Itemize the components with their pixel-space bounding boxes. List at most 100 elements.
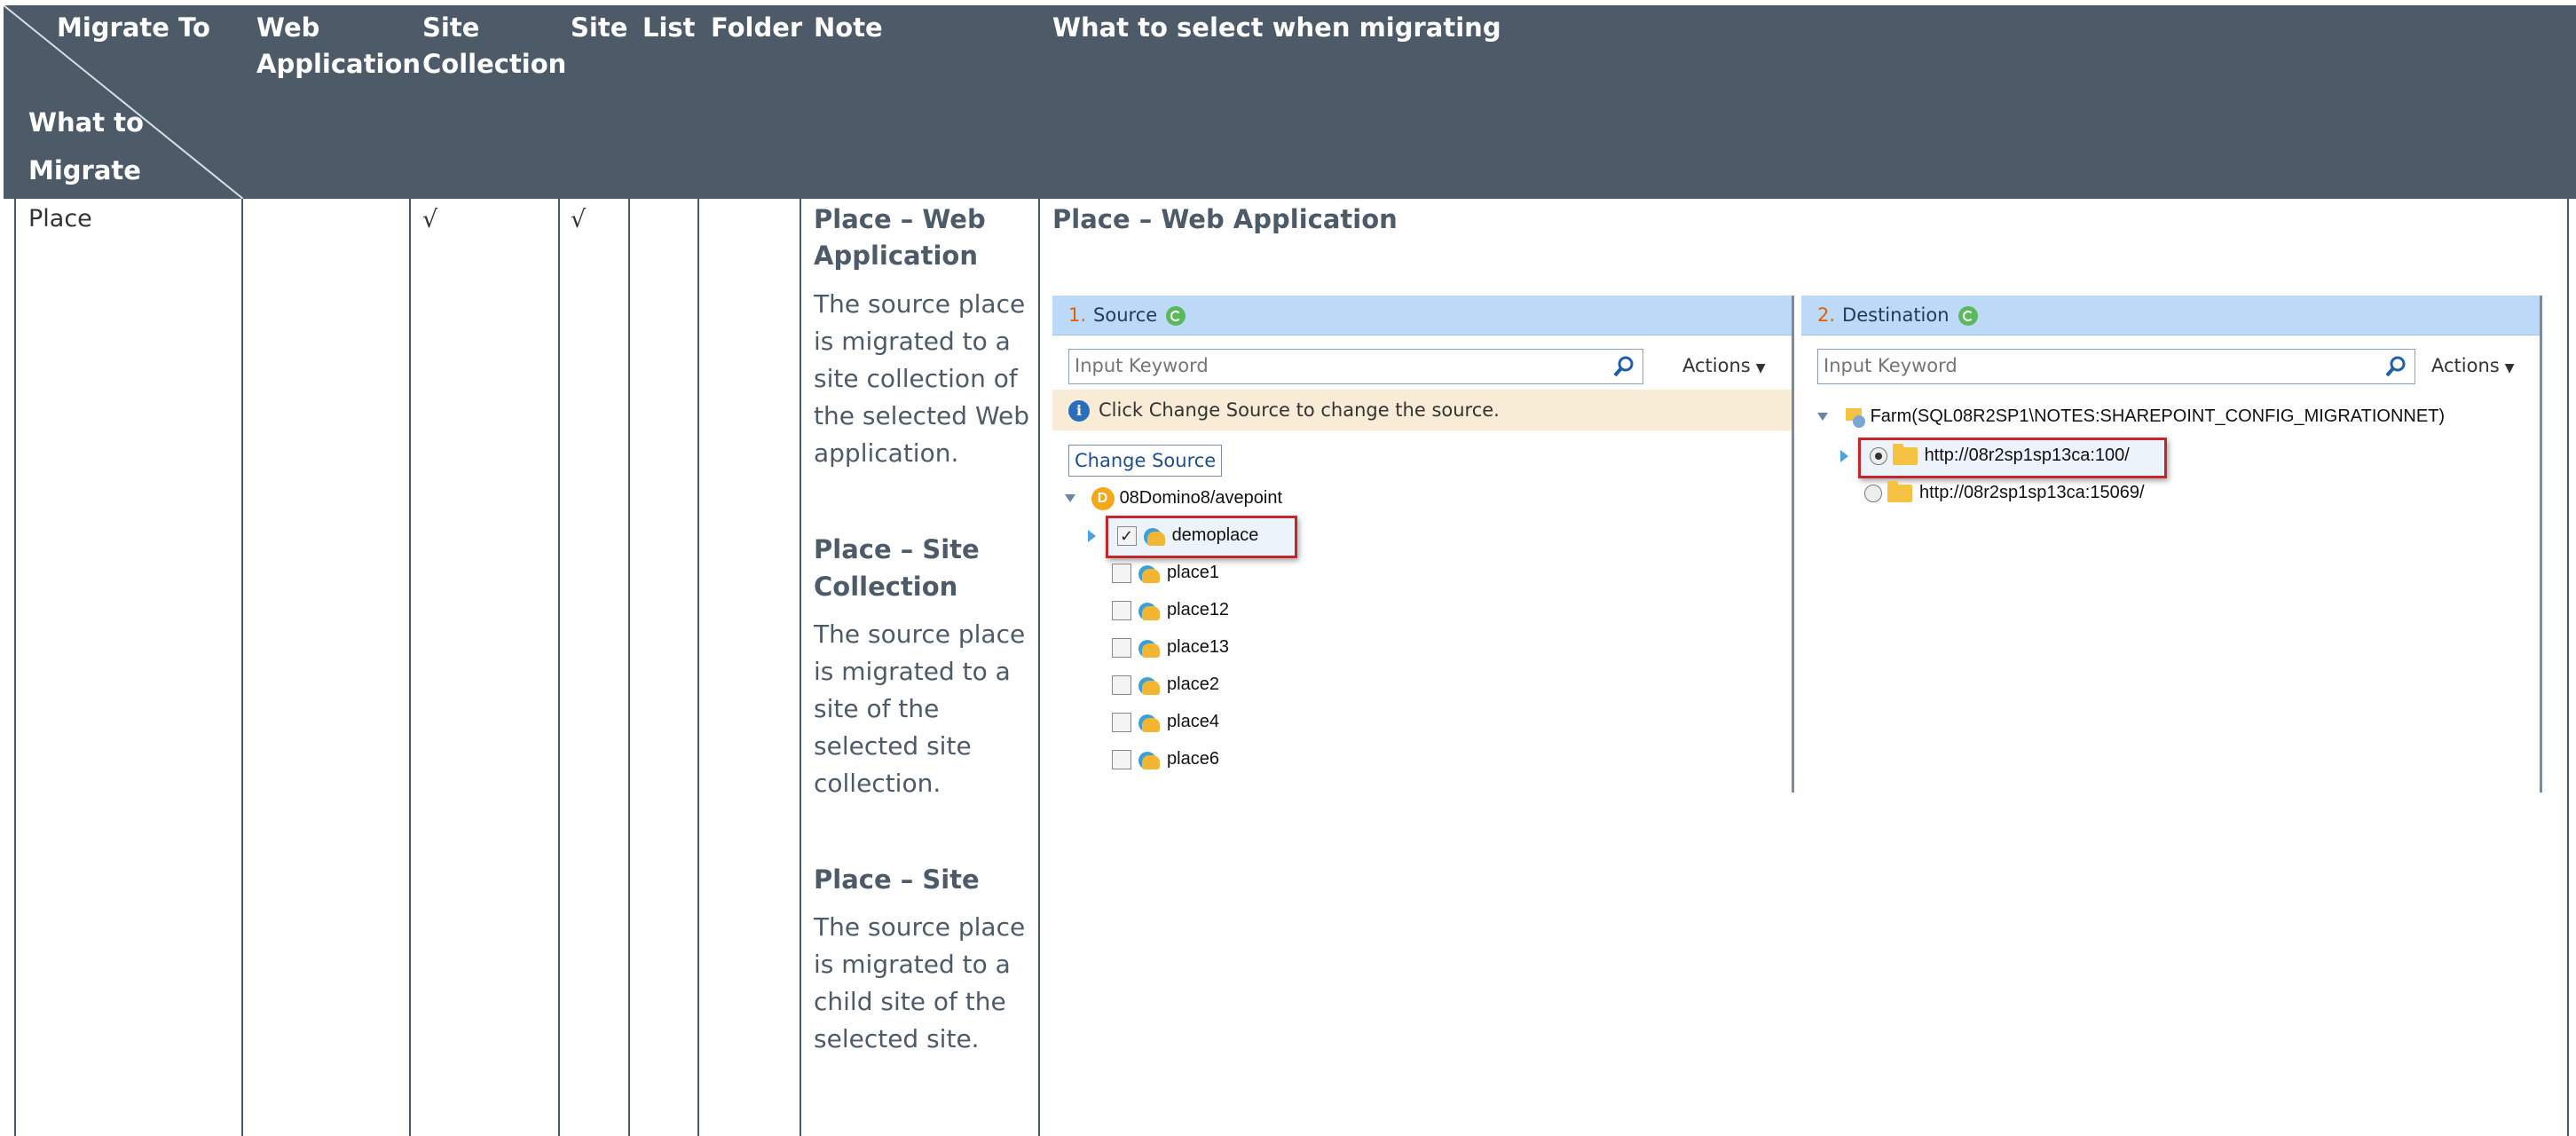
- place-icon: [1137, 601, 1160, 620]
- note-body-line: is migrated to a: [814, 950, 1011, 979]
- checkbox[interactable]: [1112, 600, 1131, 620]
- column-border: [697, 199, 699, 1136]
- source-panel-header: 1. Source: [1052, 296, 1792, 335]
- header-note: Note: [814, 12, 883, 43]
- source-item-label: place6: [1167, 749, 1219, 769]
- header-folder: Folder: [711, 12, 803, 43]
- place-icon: [1137, 713, 1160, 732]
- expander-icon[interactable]: [1840, 449, 1848, 462]
- destination-root-label: Farm(SQL08R2SP1\NOTES:SHAREPOINT_CONFIG_…: [1870, 406, 2446, 426]
- source-tree-item[interactable]: ✓ demoplace: [1088, 519, 1258, 551]
- info-icon: i: [1068, 400, 1090, 422]
- expander-icon[interactable]: [1088, 529, 1096, 542]
- header-web-application-line2: Application: [256, 49, 421, 79]
- panel-divider: [1792, 296, 1794, 793]
- checkbox[interactable]: [1112, 563, 1131, 583]
- actions-label: Actions: [1682, 355, 1751, 376]
- refresh-icon[interactable]: [1166, 306, 1186, 326]
- source-search-box: [1068, 349, 1643, 384]
- place-icon: [1137, 638, 1160, 658]
- header-what-to-select: What to select when migrating: [1052, 12, 1501, 43]
- note-body-line: The source place: [814, 619, 1026, 649]
- source-tree-item[interactable]: place12: [1088, 594, 1229, 626]
- search-icon[interactable]: [1611, 353, 1637, 380]
- checkbox[interactable]: [1112, 749, 1131, 769]
- folder-icon: [1892, 443, 1918, 465]
- note-heading: Collection: [814, 572, 958, 602]
- destination-tree-root[interactable]: Farm(SQL08R2SP1\NOTES:SHAREPOINT_CONFIG_…: [1817, 400, 2445, 432]
- source-tree-item[interactable]: place1: [1088, 556, 1219, 588]
- domino-server-icon: D: [1091, 486, 1115, 510]
- what-to-migrate-cell: Place: [28, 205, 92, 233]
- note-body-line: application.: [814, 438, 959, 468]
- place-icon: [1137, 750, 1160, 769]
- note-heading: Place – Web: [814, 204, 986, 234]
- search-icon[interactable]: [2383, 353, 2409, 380]
- note-body-line: is migrated to a: [814, 327, 1011, 356]
- destination-panel: 2. Destination Actions ▼ Farm(SQL08R2SP1\N…: [1801, 296, 2541, 793]
- column-border: [14, 199, 16, 1136]
- place-icon: [1137, 675, 1160, 695]
- site-collection-check: √: [422, 206, 438, 233]
- note-body-line: site of the: [814, 694, 940, 723]
- source-tree-item[interactable]: place2: [1088, 668, 1219, 700]
- farm-icon: [1844, 406, 1867, 428]
- note-body-line: selected site: [814, 731, 972, 761]
- destination-item-label: http://08r2sp1sp13ca:15069/: [1919, 483, 2145, 502]
- destination-tree-item[interactable]: http://08r2sp1sp13ca:15069/: [1840, 477, 2145, 509]
- header-migrate-to: Migrate To: [57, 12, 210, 43]
- column-border: [800, 199, 801, 1136]
- info-text: Click Change Source to change the source…: [1099, 399, 1500, 421]
- source-actions-button[interactable]: Actions ▼: [1682, 349, 1766, 383]
- note-body-line: child site of the: [814, 987, 1006, 1016]
- header-site-collection-line2: Collection: [422, 49, 567, 79]
- destination-search-input[interactable]: [1818, 350, 2379, 382]
- checkbox[interactable]: [1112, 674, 1131, 695]
- note-body-line: is migrated to a: [814, 657, 1011, 686]
- column-border: [409, 199, 411, 1136]
- destination-search-box: [1817, 349, 2415, 384]
- note-body-line: the selected Web: [814, 401, 1029, 430]
- panel-divider: [2540, 296, 2542, 793]
- header-migrate: Migrate: [28, 155, 141, 185]
- source-panel-title: Source: [1093, 304, 1158, 326]
- place-icon: [1137, 564, 1160, 583]
- note-body-line: selected site.: [814, 1024, 980, 1053]
- refresh-icon[interactable]: [1958, 306, 1978, 326]
- source-tree-root[interactable]: D 08Domino8/avepoint: [1065, 482, 1282, 514]
- note-body-line: collection.: [814, 769, 941, 798]
- note-heading: Place – Site: [814, 534, 980, 564]
- source-item-label: demoplace: [1171, 525, 1259, 545]
- source-item-label: place4: [1167, 712, 1219, 731]
- header-web-application-line1: Web: [256, 12, 320, 43]
- source-tree-item[interactable]: place4: [1088, 706, 1219, 738]
- chevron-down-icon: ▼: [2504, 361, 2515, 375]
- radio[interactable]: [1864, 484, 1882, 502]
- note-body-line: site collection of: [814, 364, 1018, 393]
- source-search-input[interactable]: [1069, 350, 1607, 382]
- column-border: [558, 199, 560, 1136]
- migration-mapping-table: Migrate To What to Migrate Web Applicati…: [0, 0, 2576, 1136]
- source-root-label: 08Domino8/avepoint: [1119, 488, 1283, 508]
- checkbox[interactable]: [1112, 712, 1131, 732]
- destination-tree-item[interactable]: http://08r2sp1sp13ca:100/: [1840, 439, 2130, 471]
- checkbox[interactable]: [1112, 637, 1131, 658]
- header-site-collection-line1: Site: [422, 12, 480, 43]
- radio-selected[interactable]: [1869, 446, 1887, 465]
- source-tree-item[interactable]: place6: [1088, 743, 1219, 775]
- change-source-button[interactable]: Change Source: [1068, 445, 1223, 477]
- place-icon: [1142, 526, 1165, 546]
- note-body-line: The source place: [814, 289, 1026, 319]
- expander-icon[interactable]: [1065, 494, 1075, 503]
- header-list: List: [642, 12, 696, 43]
- source-panel: 1. Source Actions ▼ i Click Change Source t…: [1052, 296, 1792, 793]
- checkbox-checked[interactable]: ✓: [1116, 525, 1137, 546]
- header-what-to: What to: [28, 107, 144, 138]
- destination-actions-button[interactable]: Actions ▼: [2431, 349, 2515, 383]
- site-check: √: [571, 206, 587, 233]
- source-info-bar: i Click Change Source to change the sourc…: [1052, 390, 1792, 430]
- source-item-label: place13: [1167, 637, 1230, 657]
- source-tree-item[interactable]: place13: [1088, 631, 1229, 663]
- expander-icon[interactable]: [1817, 413, 1828, 422]
- source-item-label: place1: [1167, 563, 1219, 582]
